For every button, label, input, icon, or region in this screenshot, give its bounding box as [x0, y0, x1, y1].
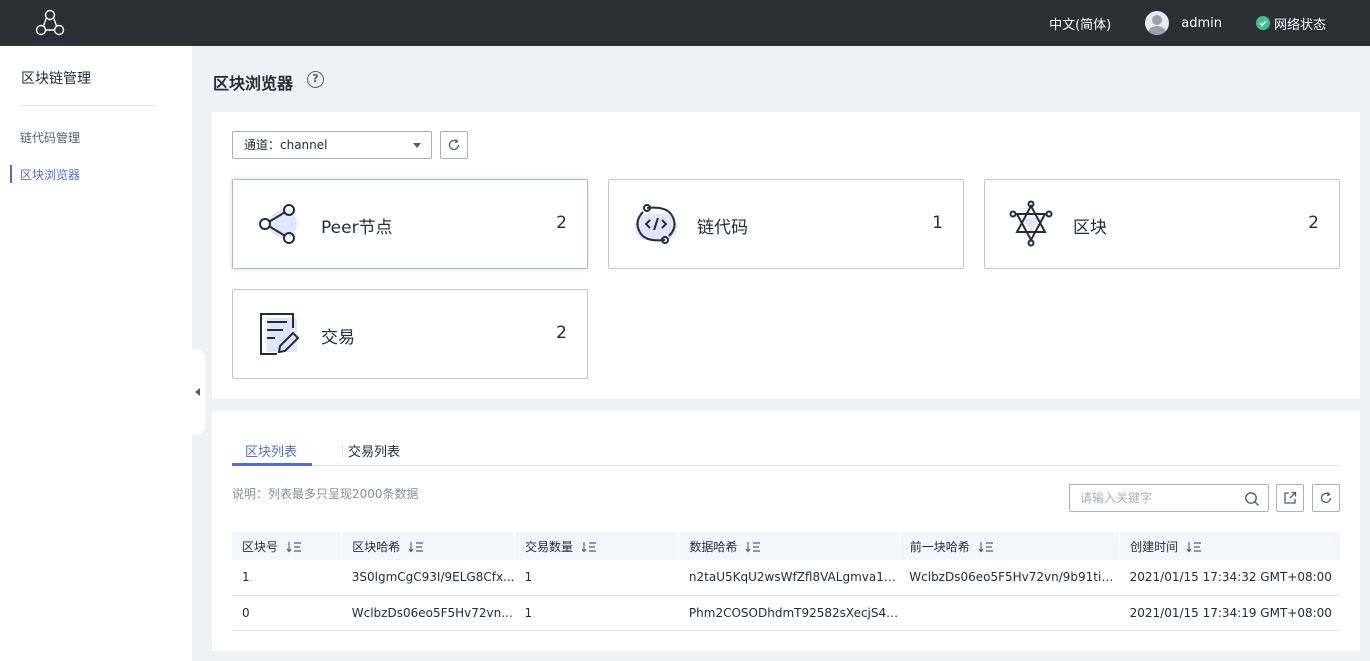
tab-transaction-list[interactable]: 交易列表 [348, 441, 400, 460]
block-list-panel: 区块列表 交易列表 说明：列表最多只呈现2000条数据 区块号 区块哈希 交易数… [212, 411, 1360, 651]
help-icon[interactable]: ? [307, 71, 324, 88]
sidebar-divider [20, 105, 156, 106]
language-switcher[interactable]: 中文(简体) [1049, 14, 1111, 33]
star-block-icon [1009, 200, 1053, 247]
column-header-tx-count[interactable]: 交易数量 [513, 532, 679, 560]
page-title: 区块浏览器 [213, 74, 294, 93]
cell-created-time: 2021/01/15 17:34:32 GMT+08:00 [1119, 560, 1340, 596]
sort-icon[interactable] [1186, 541, 1202, 553]
user-menu[interactable]: admin [1145, 11, 1222, 35]
column-header-prev-hash[interactable]: 前一块哈希 [898, 532, 1120, 560]
channel-select-value: 通道：channel [244, 138, 328, 152]
network-status-label: 网络状态 [1273, 17, 1326, 33]
list-tabs: 区块列表 交易列表 [232, 433, 1340, 466]
export-icon [1284, 491, 1297, 504]
sidebar-collapse-button[interactable] [189, 350, 205, 434]
stat-card-transaction[interactable]: 交易 2 [232, 289, 588, 379]
cell-block-number: 0 [232, 595, 342, 631]
blockchain-logo-icon[interactable] [32, 8, 68, 38]
stat-card-peer[interactable]: Peer节点 2 [232, 179, 588, 269]
sort-icon[interactable] [745, 541, 761, 553]
stat-label: Peer节点 [321, 218, 393, 238]
refresh-channel-button[interactable] [440, 131, 468, 159]
tab-block-list[interactable]: 区块列表 [245, 441, 297, 460]
table-header-row: 区块号 区块哈希 交易数量 数据哈希 前一块哈希 创建时间 [232, 532, 1340, 560]
table-row: 1 3S0lgmCgC93I/9ELG8Cfx... 1 n2taU5KqU2w… [232, 560, 1340, 596]
sort-icon[interactable] [978, 541, 994, 553]
search-box [1069, 484, 1269, 512]
tab-separator [342, 444, 343, 458]
cell-data-hash: Phm2COSODhdmT92582sXecjS4y... [678, 595, 900, 631]
table-row: 0 WclbzDs06eo5F5Hv72vn... 1 Phm2COSODhdm… [232, 595, 1340, 631]
refresh-icon [1320, 492, 1332, 504]
document-edit-icon [260, 313, 300, 355]
chevron-left-icon [194, 388, 200, 396]
refresh-icon [448, 139, 460, 151]
avatar [1145, 11, 1170, 35]
sidebar-item-block-browser[interactable]: 区块浏览器 [20, 166, 80, 183]
sidebar-item-chaincode[interactable]: 链代码管理 [20, 129, 80, 146]
cell-tx-count: 1 [514, 560, 679, 596]
sidebar-active-indicator [10, 165, 12, 183]
check-circle-icon [1255, 16, 1270, 30]
active-tab-indicator [232, 463, 312, 466]
cell-prev-hash: WclbzDs06eo5F5Hv72vn/9b91tiUni... [899, 560, 1120, 596]
block-table: 区块号 区块哈希 交易数量 数据哈希 前一块哈希 创建时间 1 3S0lgmCg… [232, 532, 1340, 631]
column-header-block-hash[interactable]: 区块哈希 [341, 532, 515, 560]
caret-down-icon [413, 143, 421, 148]
code-icon [635, 204, 677, 244]
channel-select[interactable]: 通道：channel [232, 131, 432, 159]
column-header-data-hash[interactable]: 数据哈希 [678, 532, 900, 560]
cell-data-hash: n2taU5KqU2wsWfZfl8VALgmva15... [678, 560, 900, 596]
stat-label: 交易 [321, 328, 355, 348]
share-nodes-icon [259, 204, 297, 244]
stat-label: 区块 [1073, 218, 1107, 238]
cell-block-number: 1 [232, 560, 342, 596]
refresh-list-button[interactable] [1312, 484, 1340, 512]
overview-panel: 通道：channel Peer节点 2 链代码 1 区块 2 交易 2 [212, 112, 1360, 399]
top-bar: 中文(简体) admin 网络状态 [0, 0, 1370, 46]
export-button[interactable] [1276, 484, 1304, 512]
cell-block-hash: WclbzDs06eo5F5Hv72vn... [341, 595, 515, 631]
list-note: 说明：列表最多只呈现2000条数据 [232, 487, 419, 501]
cell-tx-count: 1 [514, 595, 679, 631]
search-input[interactable] [1070, 485, 1235, 511]
stat-card-block[interactable]: 区块 2 [984, 179, 1340, 269]
search-icon[interactable] [1244, 491, 1260, 507]
sort-icon[interactable] [408, 541, 424, 553]
cell-created-time: 2021/01/15 17:34:19 GMT+08:00 [1119, 595, 1340, 631]
network-status[interactable]: 网络状态 [1255, 14, 1326, 33]
stat-card-chaincode[interactable]: 链代码 1 [608, 179, 964, 269]
cell-prev-hash [899, 595, 1120, 631]
sidebar-title: 区块链管理 [21, 71, 91, 87]
stat-label: 链代码 [697, 218, 748, 238]
sort-icon[interactable] [581, 541, 597, 553]
stat-value: 2 [1308, 213, 1319, 233]
sidebar: 区块链管理 链代码管理 区块浏览器 [0, 46, 192, 661]
stat-value: 2 [556, 323, 567, 343]
column-header-block-number[interactable]: 区块号 [232, 532, 342, 560]
stat-value: 1 [932, 213, 943, 233]
sort-icon[interactable] [286, 541, 302, 553]
cell-block-hash: 3S0lgmCgC93I/9ELG8Cfx... [341, 560, 515, 596]
column-header-created-time[interactable]: 创建时间 [1119, 532, 1340, 560]
stat-value: 2 [556, 213, 567, 233]
user-name: admin [1181, 15, 1222, 31]
